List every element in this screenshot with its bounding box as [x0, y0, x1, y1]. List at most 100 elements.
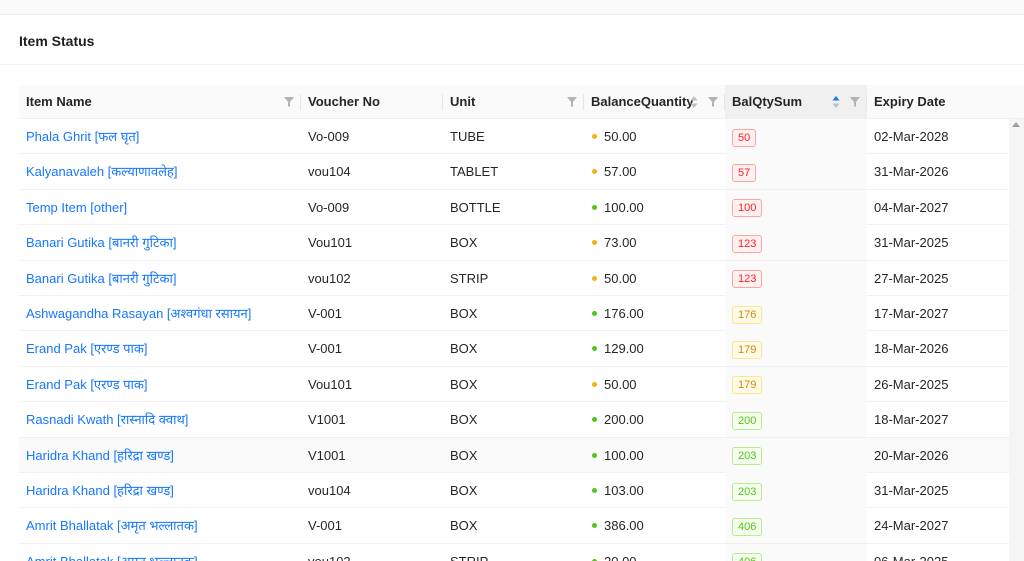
table-row[interactable]: Banari Gutika [बानरी गुटिका] Vou101 BOX 73.… [19, 225, 1009, 261]
vertical-scrollbar[interactable] [1009, 119, 1024, 561]
scroll-up-arrow-icon[interactable] [1012, 122, 1020, 127]
cell-balance-quantity: 386.00 [584, 508, 725, 543]
voucher-no-value: vou102 [308, 270, 351, 286]
item-name-link[interactable]: Erand Pak [एरण्ड पाक] [26, 341, 148, 356]
cell-balance-quantity: 100.00 [584, 190, 725, 225]
table-row[interactable]: Kalyanavaleh [कल्याणावलेह] vou104 TABLET 57… [19, 154, 1009, 190]
column-header-label: Unit [450, 94, 476, 109]
cell-bal-qty-sum: 200 [725, 402, 867, 438]
card-header: Item Status [0, 15, 1024, 65]
item-name-link[interactable]: Erand Pak [एरण्ड पाक] [26, 377, 148, 392]
expiry-date-value: 06-Mar-2025 [874, 554, 948, 561]
filter-icon[interactable] [850, 97, 860, 107]
voucher-no-value: V-001 [308, 518, 342, 534]
item-name-link[interactable]: Banari Gutika [बानरी गुटिका] [26, 271, 177, 286]
item-name-link[interactable]: Kalyanavaleh [कल्याणावलेह] [26, 164, 177, 179]
cell-balance-quantity: 100.00 [584, 438, 725, 473]
cell-voucher-no: vou102 [301, 261, 443, 296]
cell-expiry-date: 17-Mar-2027 [867, 296, 1024, 331]
column-header-label: Item Name [26, 94, 92, 109]
unit-value: STRIP [450, 270, 489, 286]
column-header-unit[interactable]: Unit [443, 85, 584, 119]
bal-qty-sum-tag: 123 [732, 270, 763, 289]
table-row[interactable]: Erand Pak [एरण्ड पाक] V-001 BOX 129.00 179 18… [19, 331, 1009, 367]
column-header-balance-quantity[interactable]: BalanceQuantity [584, 85, 725, 119]
expiry-date-value: 18-Mar-2026 [874, 341, 949, 357]
cell-item-name: Haridra Khand [हरिद्रा खण्ड] [19, 438, 301, 473]
filter-icon[interactable] [567, 97, 577, 107]
balance-quantity-value: 386.00 [604, 518, 644, 534]
status-dot [592, 240, 597, 246]
card-title: Item Status [19, 33, 95, 49]
cell-balance-quantity: 73.00 [584, 225, 725, 260]
bal-qty-sum-tag: 179 [732, 340, 763, 359]
cell-voucher-no: V-001 [301, 508, 443, 543]
cell-unit: BOX [443, 296, 584, 331]
cell-unit: BOTTLE [443, 190, 584, 225]
balance-quantity-value: 103.00 [604, 483, 644, 498]
item-name-link[interactable]: Temp Item [other] [26, 200, 127, 215]
unit-value: BOX [450, 341, 478, 357]
cell-expiry-date: 06-Mar-2025 [867, 544, 1024, 561]
table-row[interactable]: Phala Ghrit [फल घृत] Vo-009 TUBE 50.00 50 02-… [19, 119, 1009, 155]
item-name-link[interactable]: Haridra Khand [हरिद्रा खण्ड] [26, 448, 174, 463]
item-name-link[interactable]: Ashwagandha Rasayan [अश्वगंधा रसायन] [26, 306, 251, 321]
balance-quantity-value: 50.00 [604, 129, 637, 144]
sort-icon[interactable] [832, 95, 840, 109]
table-row[interactable]: Temp Item [other] Vo-009 BOTTLE 100.00 100 04… [19, 189, 1009, 226]
item-name-link[interactable]: Phala Ghrit [फल घृत] [26, 129, 139, 144]
cell-bal-qty-sum: 203 [725, 473, 867, 508]
item-name-link[interactable]: Haridra Khand [हरिद्रा खण्ड] [26, 483, 174, 498]
cell-expiry-date: 31-Mar-2025 [867, 225, 1024, 260]
cell-voucher-no: vou104 [301, 154, 443, 189]
balance-quantity-value: 100.00 [604, 447, 644, 463]
cell-balance-quantity: 103.00 [584, 473, 725, 508]
expiry-date-value: 24-Mar-2027 [874, 518, 949, 534]
balance-quantity-value: 129.00 [604, 341, 644, 357]
item-name-link[interactable]: Amrit Bhallatak [अमृत भल्लातक] [26, 554, 198, 561]
table-row[interactable]: Haridra Khand [हरिद्रा खण्ड] V1001 BOX 100.… [19, 437, 1009, 473]
cell-voucher-no: V-001 [301, 296, 443, 331]
unit-value: BOX [450, 376, 478, 392]
bal-qty-sum-tag: 203 [732, 447, 763, 466]
sort-icon[interactable] [690, 95, 698, 109]
filter-icon[interactable] [708, 97, 718, 107]
cell-bal-qty-sum: 179 [725, 331, 867, 367]
balance-quantity-value: 50.00 [604, 376, 637, 392]
column-header-item-name[interactable]: Item Name [19, 85, 301, 119]
item-name-link[interactable]: Banari Gutika [बानरी गुटिका] [26, 235, 177, 250]
table-header: Item Name Voucher No Unit BalanceQuantity Ba… [19, 85, 1024, 119]
voucher-no-value: vou104 [308, 164, 351, 180]
cell-unit: TUBE [443, 119, 584, 154]
column-header-label: Expiry Date [874, 94, 946, 109]
unit-value: STRIP [450, 554, 488, 561]
unit-value: TUBE [450, 129, 485, 144]
cell-voucher-no: Vou101 [301, 367, 443, 402]
cell-unit: TABLET [443, 154, 584, 189]
cell-expiry-date: 24-Mar-2027 [867, 508, 1024, 543]
cell-bal-qty-sum: 176 [725, 296, 867, 331]
table-row[interactable]: Haridra Khand [हरिद्रा खण्ड] vou104 BOX 103… [19, 473, 1009, 509]
item-status-card: Item Status Item Name Voucher No Unit Balan… [0, 15, 1024, 561]
column-header-voucher-no[interactable]: Voucher No [301, 85, 443, 119]
cell-bal-qty-sum: 50 [725, 119, 867, 154]
cell-item-name: Haridra Khand [हरिद्रा खण्ड] [19, 473, 301, 508]
filter-icon[interactable] [284, 97, 294, 107]
cell-item-name: Temp Item [other] [19, 190, 301, 225]
status-dot [592, 346, 597, 352]
table-row[interactable]: Ashwagandha Rasayan [अश्वगंधा रसायन] V-00… [19, 296, 1009, 332]
expiry-date-value: 31-Mar-2025 [874, 235, 949, 251]
item-name-link[interactable]: Amrit Bhallatak [अमृत भल्लातक] [26, 518, 198, 533]
cell-balance-quantity: 50.00 [584, 119, 725, 154]
unit-value: BOX [450, 447, 478, 463]
table-row[interactable]: Banari Gutika [बानरी गुटिका] vou102 STRIP 5… [19, 260, 1009, 296]
column-header-expiry-date[interactable]: Expiry Date [867, 85, 1024, 119]
cell-item-name: Ashwagandha Rasayan [अश्वगंधा रसायन] [19, 296, 301, 331]
balance-quantity-value: 20.00 [604, 554, 637, 561]
table-row[interactable]: Amrit Bhallatak [अमृत भल्लातक] V-001 BOX 38… [19, 508, 1009, 544]
table-row[interactable]: Rasnadi Kwath [रास्नादि क्वाथ] V1001 BOX 20… [19, 402, 1009, 438]
item-name-link[interactable]: Rasnadi Kwath [रास्नादि क्वाथ] [26, 412, 188, 427]
table-row[interactable]: Amrit Bhallatak [अमृत भल्लातक] vou102 STRI… [19, 543, 1009, 561]
column-header-bal-qty-sum[interactable]: BalQtySum [725, 85, 867, 119]
table-row[interactable]: Erand Pak [एरण्ड पाक] Vou101 BOX 50.00 179 26… [19, 366, 1009, 403]
